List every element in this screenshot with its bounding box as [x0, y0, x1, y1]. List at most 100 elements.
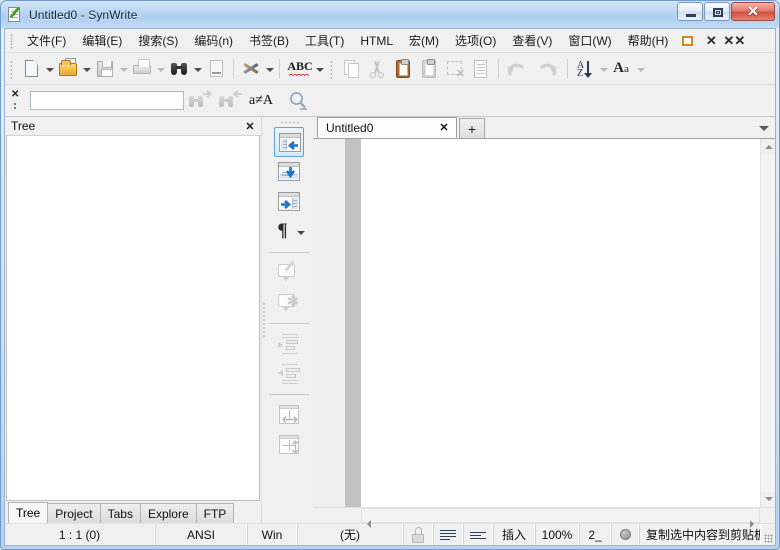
- status-readonly-toggle[interactable]: [403, 524, 433, 545]
- editor-tab-untitled0[interactable]: Untitled0 ✕: [317, 117, 457, 138]
- side-toolbar-grip[interactable]: [279, 119, 299, 126]
- status-hint-message: 复制选中内容到剪贴板: [639, 524, 761, 545]
- case-sensitive-toggle[interactable]: a≠A: [244, 87, 284, 115]
- scroll-corner: [313, 508, 361, 523]
- new-file-button[interactable]: [18, 56, 44, 82]
- close-icon: ✕: [747, 3, 759, 19]
- search-input[interactable]: [30, 91, 184, 110]
- orange-square-icon: [682, 35, 694, 46]
- status-syntax-lexer[interactable]: (无): [297, 524, 403, 545]
- title-bar[interactable]: Untitled0 - SynWrite ✕: [1, 1, 779, 28]
- menu-file[interactable]: 文件(F): [19, 31, 74, 51]
- menu-bar: 文件(F) 编辑(E) 搜索(S) 编码(n) 书签(B) 工具(T) HTML…: [5, 29, 775, 53]
- find-dropdown[interactable]: [192, 56, 203, 82]
- find-previous-button[interactable]: [214, 87, 244, 115]
- status-insert-mode[interactable]: 插入: [493, 524, 535, 545]
- status-encoding[interactable]: ANSI: [155, 524, 247, 545]
- split-vertical-button: [274, 430, 304, 460]
- menu-window[interactable]: 窗口(W): [560, 31, 619, 51]
- sort-button: AZ: [572, 56, 598, 82]
- font-case-dropdown[interactable]: [635, 56, 646, 82]
- status-caret-position[interactable]: 1 : 1 (0): [5, 524, 155, 545]
- dock-right-panel-button[interactable]: [274, 187, 304, 217]
- special-chars-dropdown[interactable]: [296, 217, 307, 247]
- goto-line-button: [203, 56, 229, 82]
- restore-window-button[interactable]: [677, 31, 699, 51]
- show-special-chars-row: ¶: [265, 217, 313, 247]
- minimize-button[interactable]: [677, 2, 703, 21]
- dock-tab-project[interactable]: Project: [47, 503, 101, 523]
- menubar-grip[interactable]: [9, 32, 16, 49]
- sort-dropdown[interactable]: [598, 56, 609, 82]
- open-file-button[interactable]: [55, 56, 81, 82]
- spellcheck-dropdown[interactable]: [314, 56, 325, 82]
- find-button[interactable]: [166, 56, 192, 82]
- pilcrow-icon: ¶: [277, 220, 288, 241]
- menu-options[interactable]: 选项(O): [447, 31, 504, 51]
- scroll-down-button[interactable]: [761, 492, 776, 507]
- find-next-button[interactable]: [184, 87, 214, 115]
- menu-encoding[interactable]: 编码(n): [186, 31, 241, 51]
- status-macro-record-indicator[interactable]: [611, 524, 639, 545]
- print-dropdown[interactable]: [155, 56, 166, 82]
- close-tab-button[interactable]: ✕: [436, 121, 452, 134]
- menu-tools[interactable]: 工具(T): [297, 31, 352, 51]
- show-special-chars-button[interactable]: ¶: [272, 217, 296, 247]
- status-unprinted-toggle[interactable]: [463, 524, 493, 545]
- dock-tab-explore[interactable]: Explore: [139, 503, 197, 523]
- open-file-dropdown[interactable]: [81, 56, 92, 82]
- editor-gutter[interactable]: [313, 139, 361, 507]
- menu-help[interactable]: 帮助(H): [620, 31, 677, 51]
- save-file-dropdown[interactable]: [118, 56, 129, 82]
- editor-side-toolbar: ¶ ✻: [265, 117, 313, 523]
- close-tree-panel-button[interactable]: ✕: [243, 120, 257, 133]
- vertical-scroll-track[interactable]: [760, 154, 775, 492]
- menu-macro[interactable]: 宏(M): [401, 31, 447, 51]
- status-tab-size[interactable]: 2_: [579, 524, 611, 545]
- toolbar-grip-2[interactable]: [329, 58, 336, 79]
- app-document-pencil-icon: [7, 6, 24, 23]
- scroll-up-button[interactable]: [761, 139, 776, 154]
- dock-tab-tree[interactable]: Tree: [8, 502, 49, 523]
- status-word-wrap-toggle[interactable]: [433, 524, 463, 545]
- tools-dropdown[interactable]: [264, 56, 275, 82]
- dock-bottom-panel-button[interactable]: [274, 157, 304, 187]
- tools-button[interactable]: [238, 56, 264, 82]
- open-folder-icon: [55, 56, 81, 82]
- find-options-button[interactable]: [284, 87, 314, 115]
- menu-bookmarks[interactable]: 书签(B): [241, 31, 297, 51]
- editor-vertical-scrollbar[interactable]: [760, 139, 775, 507]
- editor-tab-strip: Untitled0 ✕ +: [313, 117, 775, 139]
- window-controls: ✕: [677, 2, 775, 21]
- status-line-endings[interactable]: Win: [247, 524, 297, 545]
- minimize-icon: [686, 14, 696, 17]
- close-document-button[interactable]: ✕: [700, 31, 722, 51]
- copy-button: [338, 56, 364, 82]
- chevron-down-icon[interactable]: [757, 121, 771, 135]
- side-toolbar-separator: [269, 394, 309, 395]
- menu-edit[interactable]: 编辑(E): [74, 31, 130, 51]
- dock-left-panel-button[interactable]: [274, 127, 304, 157]
- close-all-documents-button[interactable]: ✕✕: [723, 31, 745, 51]
- status-zoom-level[interactable]: 100%: [535, 524, 579, 545]
- paste-button[interactable]: [390, 56, 416, 82]
- window-resize-grip[interactable]: [761, 524, 775, 545]
- toolbar-separator: [233, 58, 234, 79]
- new-file-dropdown[interactable]: [44, 56, 55, 82]
- spellcheck-button[interactable]: ABC: [284, 56, 314, 82]
- new-tab-button[interactable]: +: [459, 118, 485, 138]
- menu-view[interactable]: 查看(V): [504, 31, 560, 51]
- toolbar-grip[interactable]: [9, 58, 16, 79]
- close-find-bar-button[interactable]: ✕: [11, 87, 23, 115]
- close-window-button[interactable]: ✕: [731, 2, 775, 21]
- menu-search[interactable]: 搜索(S): [130, 31, 186, 51]
- vertical-splitter[interactable]: [261, 117, 265, 523]
- wrap-lines-icon: [439, 528, 457, 542]
- tree-view[interactable]: [6, 136, 260, 501]
- text-editor-surface[interactable]: [361, 139, 760, 507]
- dock-tab-ftp[interactable]: FTP: [195, 503, 235, 523]
- menu-html[interactable]: HTML: [352, 31, 401, 51]
- editor-horizontal-scrollbar[interactable]: [361, 508, 760, 528]
- dock-tab-tabs[interactable]: Tabs: [99, 503, 141, 523]
- maximize-button[interactable]: [704, 2, 730, 21]
